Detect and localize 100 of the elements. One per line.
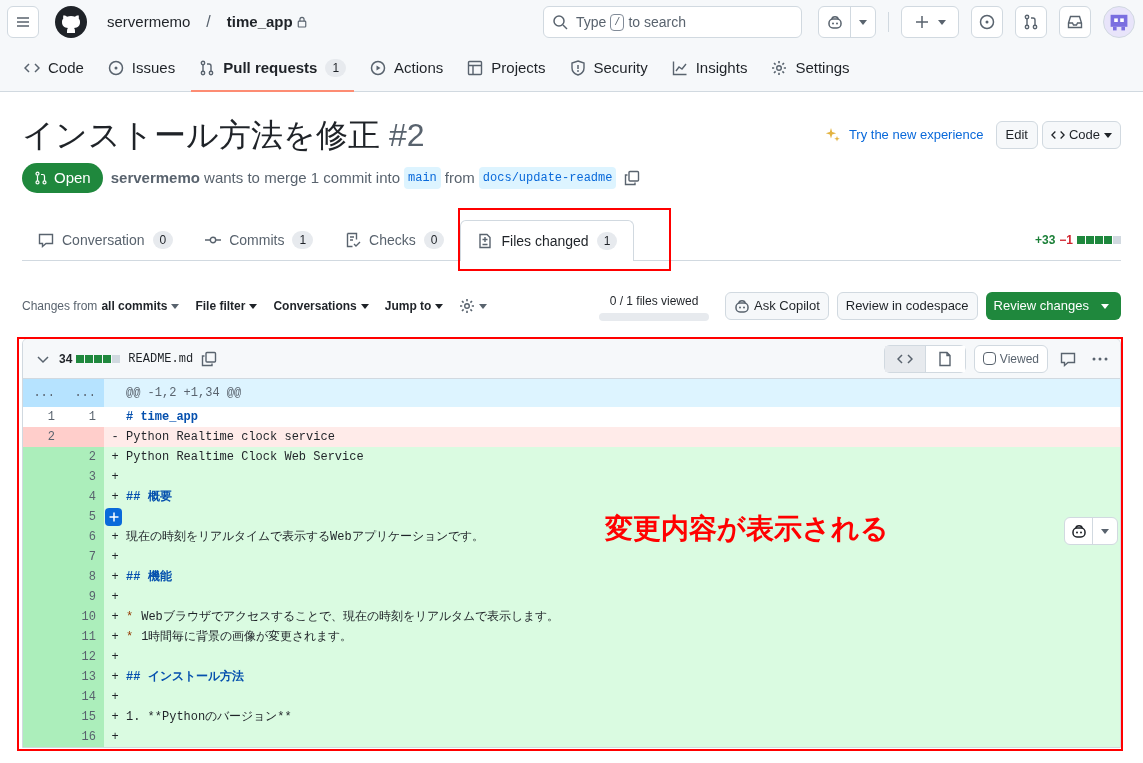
repo-nav-tab[interactable]: Projects — [459, 46, 554, 92]
owner-link[interactable]: servermemo — [107, 10, 191, 34]
diff-sign: - — [111, 429, 119, 446]
diff-sign: + — [111, 709, 119, 726]
table-icon — [467, 60, 484, 76]
line-number: 14 — [63, 687, 104, 707]
circle-dot-icon — [979, 14, 995, 30]
diffstat-bar-icon — [1077, 236, 1121, 244]
repo-nav-tab[interactable]: Code — [16, 46, 92, 92]
changes-from-dropdown[interactable]: Changes from all commits — [22, 297, 180, 315]
search-field[interactable]: Type / to search — [543, 6, 802, 38]
search-icon — [552, 14, 568, 30]
try-new-experience-link[interactable]: Try the new experience — [848, 125, 984, 145]
issues-button[interactable] — [971, 6, 1003, 38]
avatar[interactable] — [1103, 6, 1135, 38]
pr-title: インストール方法を修正 #2 — [22, 116, 425, 155]
edit-button[interactable]: Edit — [995, 121, 1038, 149]
caret-icon — [435, 303, 444, 309]
file-icon — [937, 350, 954, 367]
pr-tab[interactable]: Checks 0 — [329, 220, 461, 260]
head-branch-link[interactable]: docs/update-readme — [478, 167, 617, 189]
diff-sign: + — [111, 569, 119, 586]
line-number: 15 — [63, 707, 104, 727]
settings-icon — [771, 60, 788, 76]
checklist-icon — [345, 232, 362, 248]
count: 1 — [596, 232, 618, 250]
octocat-logo-icon[interactable] — [55, 6, 87, 38]
code-button[interactable]: Code — [1041, 121, 1121, 149]
repo-link[interactable]: time_app — [226, 10, 293, 34]
filter-dropdown[interactable]: File filter — [195, 297, 258, 315]
diff-sign: + — [111, 529, 119, 546]
repo-nav-tab[interactable]: Issues — [99, 46, 184, 92]
code-line: ## 機能 — [126, 569, 172, 586]
line-number: 3 — [63, 467, 104, 487]
play-icon — [370, 60, 387, 76]
inbox-icon — [1067, 14, 1083, 30]
more-options-icon[interactable] — [1092, 356, 1108, 361]
code-line: ## 概要 — [126, 489, 172, 506]
copy-icon[interactable] — [201, 350, 218, 367]
add-comment-button[interactable] — [105, 508, 122, 526]
checkbox[interactable] — [982, 352, 996, 365]
file-diff-icon — [477, 233, 494, 249]
code-line: ## インストール方法 — [126, 668, 244, 686]
line-number: 16 — [63, 727, 104, 747]
repo-nav-tab[interactable]: Security — [561, 46, 656, 92]
create-new-button[interactable] — [901, 6, 959, 38]
pr-tab[interactable]: Commits 1 — [189, 220, 330, 260]
search-placeholder: to search — [628, 12, 686, 32]
rich-diff-button[interactable] — [924, 345, 965, 372]
comment-icon[interactable] — [1060, 350, 1076, 367]
line-number: 7 — [63, 547, 104, 567]
merge-description: servermemo wants to merge 1 commit into — [110, 167, 400, 188]
sparkle-icon — [824, 127, 841, 143]
floating-copilot-button[interactable] — [1064, 517, 1118, 545]
base-branch-link[interactable]: main — [404, 167, 441, 189]
diff-sign: + — [111, 489, 119, 506]
shield-icon — [569, 60, 586, 76]
pull-requests-button[interactable] — [1015, 6, 1047, 38]
viewed-checkbox[interactable]: Viewed — [973, 344, 1048, 373]
open-state-badge: Open — [22, 163, 103, 193]
line-number: 12 — [63, 647, 104, 667]
file-name-link[interactable]: README.md — [128, 349, 194, 368]
menu-button[interactable] — [7, 6, 39, 38]
code-line: # time_app — [126, 409, 198, 426]
line-number: 10 — [63, 607, 104, 627]
line-number — [63, 427, 104, 447]
line-number: 6 — [63, 527, 104, 547]
copy-icon[interactable] — [624, 170, 641, 186]
menu-icon — [15, 14, 31, 30]
repo-nav-tab[interactable]: Actions — [362, 46, 452, 92]
path-separator: / — [206, 12, 211, 32]
ask-copilot-button[interactable]: Ask Copilot — [725, 292, 829, 320]
diff-sign: + — [111, 449, 119, 466]
pr-tab[interactable]: Conversation 0 — [22, 220, 190, 260]
from-label: from — [444, 167, 475, 188]
diffstat-bar-icon — [76, 354, 121, 363]
filter-dropdown[interactable]: Conversations — [273, 297, 369, 315]
repo-nav-tab[interactable]: Settings — [763, 46, 858, 92]
code-line: Python Realtime Clock Web Service — [126, 449, 364, 466]
files-viewed-label: 0 / 1 files viewed — [609, 292, 699, 310]
pull-request-icon — [1023, 14, 1039, 30]
line-number: 8 — [63, 567, 104, 587]
pr-tab[interactable]: Files changed 1 — [460, 220, 635, 261]
copilot-button[interactable] — [818, 6, 876, 38]
diff-sign: + — [111, 729, 119, 746]
inbox-button[interactable] — [1059, 6, 1091, 38]
diff-sign: + — [111, 609, 119, 626]
plus-icon — [914, 14, 930, 30]
pull-request-icon — [199, 60, 216, 76]
filter-dropdown[interactable]: Jump to — [384, 297, 444, 315]
annotation-text: 変更内容が表示される — [605, 512, 889, 546]
review-changes-button[interactable]: Review changes — [985, 292, 1121, 320]
copilot-icon — [734, 298, 750, 314]
pull-request-icon — [34, 171, 48, 185]
repo-nav-tab[interactable]: Insights — [663, 46, 756, 92]
settings-dropdown[interactable] — [459, 298, 488, 314]
repo-nav-tab[interactable]: Pull requests 1 — [191, 46, 355, 92]
review-in-codespace-button[interactable]: Review in codespace — [836, 292, 978, 320]
code-line: Webブラウザでアクセスすることで、現在の時刻をリアルタムで表示します。 — [141, 609, 559, 626]
caret-icon — [859, 19, 867, 25]
